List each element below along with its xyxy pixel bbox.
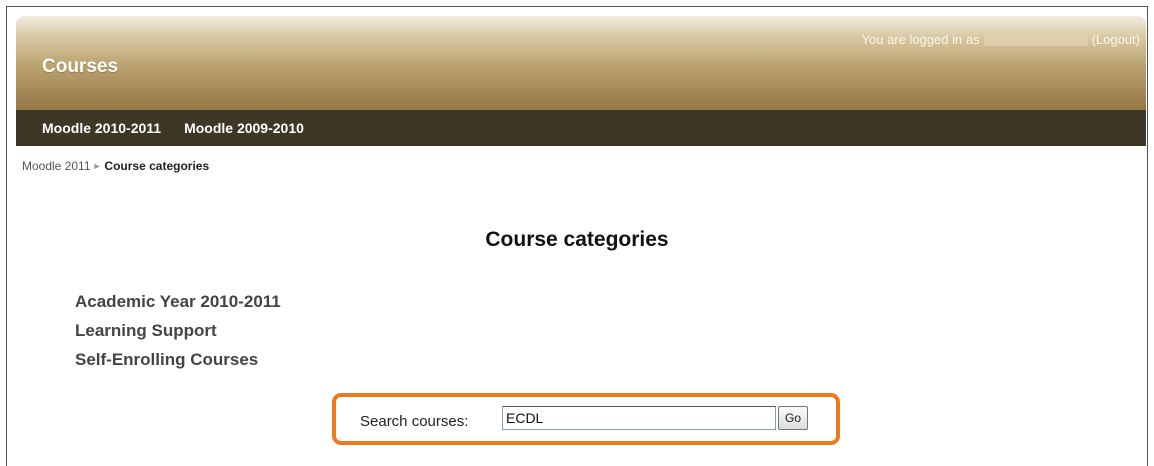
category-link-academic-year[interactable]: Academic Year 2010-2011 (75, 290, 281, 319)
search-label: Search courses: (360, 413, 469, 430)
category-link-self-enrolling[interactable]: Self-Enrolling Courses (75, 348, 281, 377)
logout-link[interactable]: (Logout) (1092, 32, 1140, 47)
breadcrumb-separator-icon: ► (92, 161, 102, 171)
site-header: Courses You are logged in as (Logout) (16, 16, 1146, 110)
nav-bar: Moodle 2010-2011 Moodle 2009-2010 (16, 110, 1146, 146)
login-prefix: You are logged in as (861, 32, 980, 47)
go-button[interactable]: Go (778, 406, 808, 430)
login-info: You are logged in as (Logout) (862, 32, 1140, 47)
nav-item-moodle-2010-2011[interactable]: Moodle 2010-2011 (42, 120, 161, 136)
breadcrumb-current: Course categories (104, 159, 210, 173)
redacted-username (983, 33, 1088, 46)
page-title: Course categories (485, 228, 669, 251)
search-input[interactable] (502, 406, 776, 430)
category-link-learning-support[interactable]: Learning Support (75, 319, 281, 348)
category-list: Academic Year 2010-2011 Learning Support… (75, 290, 281, 377)
breadcrumb: Moodle 2011 ► Course categories (22, 159, 209, 173)
nav-item-moodle-2009-2010[interactable]: Moodle 2009-2010 (184, 120, 304, 136)
breadcrumb-home-link[interactable]: Moodle 2011 (22, 159, 91, 173)
site-title: Courses (42, 56, 119, 77)
